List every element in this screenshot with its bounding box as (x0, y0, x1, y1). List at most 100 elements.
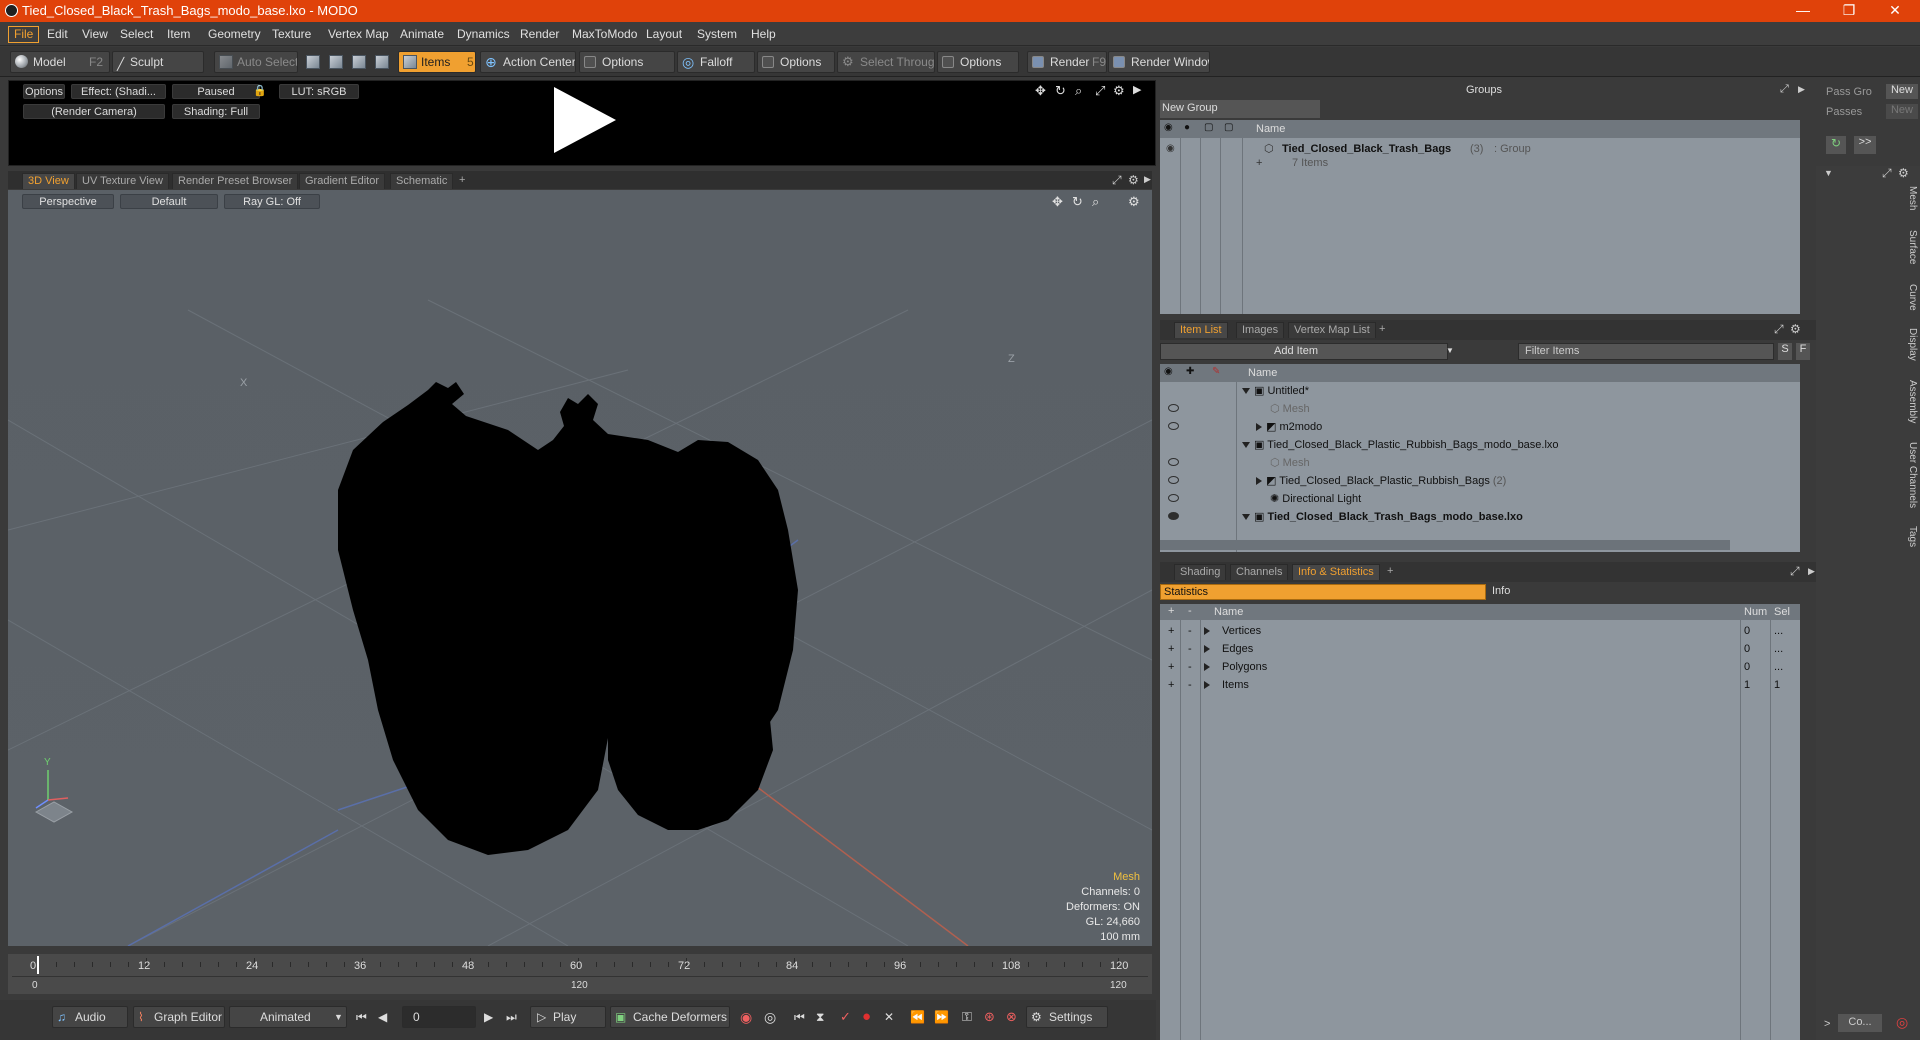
record-channel-icon[interactable]: ⊛ (984, 1009, 995, 1025)
stats-row-edges[interactable]: + - Edges 0 ... (1160, 640, 1800, 658)
render-window-button[interactable]: Render Window (1108, 51, 1210, 73)
auto-key-icon[interactable]: ◎ (764, 1009, 776, 1026)
projection-dropdown[interactable]: Perspective (22, 194, 114, 209)
tab-3d-view[interactable]: 3D View (22, 173, 75, 189)
menu-edit[interactable]: Edit (42, 26, 73, 43)
tab-vertex-map-list[interactable]: Vertex Map List (1288, 322, 1376, 338)
clear-channel-icon[interactable]: ⊗ (1006, 1009, 1017, 1025)
preview-paused-toggle[interactable]: Paused (172, 84, 260, 99)
next-key-frame-icon[interactable]: ⏩ (934, 1010, 949, 1024)
menu-item[interactable]: Item (162, 26, 195, 43)
menu-texture[interactable]: Texture (267, 26, 316, 43)
info-tab[interactable]: Info (1488, 584, 1816, 600)
zoom-view-icon[interactable]: ⌕ (1092, 194, 1099, 210)
lock-icon[interactable]: ▢ (1204, 122, 1213, 133)
expand-plus-icon[interactable]: + (1168, 640, 1174, 658)
model-mode-button[interactable]: Model F2 (10, 51, 110, 73)
lock-icon[interactable]: ✚ (1186, 366, 1194, 377)
more-button[interactable]: >> (1854, 136, 1876, 154)
chevron-right-icon[interactable]: ▶ (1133, 83, 1141, 96)
expand-plus-icon[interactable]: + (1168, 622, 1174, 640)
settings-button[interactable]: ⚙ Settings (1026, 1006, 1108, 1028)
eye-icon[interactable] (1168, 494, 1179, 502)
select-toggle-icon[interactable]: ▢ (1224, 122, 1233, 133)
side-tab-display[interactable]: Display (1900, 328, 1918, 361)
tab-channels[interactable]: Channels (1230, 564, 1289, 580)
zoom-view-icon[interactable]: ⌕ (1075, 83, 1082, 99)
lock-icon[interactable]: 🔒 (253, 84, 267, 97)
tab-render-preset-browser[interactable]: Render Preset Browser (172, 173, 299, 189)
maximize-panel-icon[interactable]: ⤢ (1790, 564, 1800, 579)
side-tab-user-channels[interactable]: User Channels (1900, 442, 1918, 508)
chevron-right-icon[interactable]: > (1824, 1018, 1830, 1030)
falloff-options-button[interactable]: Options (757, 51, 835, 73)
list-item[interactable]: ▣ Tied_Closed_Black_Trash_Bags_modo_base… (1242, 508, 1523, 526)
eye-icon[interactable] (1168, 476, 1179, 484)
render-camera-dropdown[interactable]: (Render Camera) (23, 104, 165, 119)
gear-icon[interactable]: ⚙ (1113, 83, 1125, 99)
new-pass-button[interactable]: New (1886, 104, 1918, 119)
side-tab-tags[interactable]: Tags (1900, 526, 1918, 547)
collapse-minus-icon[interactable]: - (1188, 622, 1192, 640)
gear-icon[interactable]: ⚙ (1128, 194, 1140, 210)
playhead[interactable] (37, 956, 39, 974)
list-item[interactable]: ▣ Untitled* (1242, 382, 1309, 400)
timeline[interactable]: 0 12 24 36 48 60 72 84 96 108 120 0 120 120 (8, 954, 1152, 994)
list-item[interactable]: ◩ m2modo (1256, 418, 1322, 436)
chevron-right-icon[interactable]: ▶ (1144, 174, 1151, 185)
tab-uv-texture-view[interactable]: UV Texture View (76, 173, 169, 189)
gear-icon[interactable]: ⚙ (1790, 322, 1801, 336)
add-tab-button[interactable]: + (1374, 322, 1390, 338)
expand-plus-icon[interactable]: + (1168, 676, 1174, 694)
collapse-minus-icon[interactable]: - (1188, 658, 1192, 676)
audio-button[interactable]: ♫ Audio (52, 1006, 128, 1028)
list-item[interactable]: ✺ Directional Light (1270, 490, 1361, 508)
3d-viewport[interactable]: X Z Y Perspective Default Ray GL: Off ✥ … (8, 190, 1152, 946)
list-item[interactable]: ⬡ Mesh (1270, 400, 1310, 418)
filter-items-input[interactable]: Filter Items (1518, 343, 1774, 360)
maximize-panel-icon[interactable]: ⤢ (1774, 322, 1784, 337)
chevron-right-icon[interactable]: ▶ (1808, 566, 1815, 577)
preview-effect-dropdown[interactable]: Effect: (Shadi... (71, 84, 166, 99)
new-group-button[interactable]: New Group (1160, 100, 1320, 118)
menu-vertex-map[interactable]: Vertex Map (323, 26, 394, 43)
collapse-minus-icon[interactable]: - (1188, 640, 1192, 658)
menu-help[interactable]: Help (746, 26, 781, 43)
render-button[interactable]: Render F9 (1027, 51, 1107, 73)
animated-dropdown[interactable]: Animated ▼ (229, 1006, 347, 1028)
delete-key-icon[interactable]: ✕ (884, 1010, 894, 1024)
sculpt-mode-button[interactable]: ╱ Sculpt (112, 51, 204, 73)
shading-dropdown[interactable]: Shading: Full (172, 104, 260, 119)
skip-to-end-icon[interactable]: ⏭ (506, 1010, 517, 1025)
current-frame-input[interactable]: 0 (402, 1006, 476, 1028)
close-button[interactable]: ✕ (1872, 0, 1918, 22)
menu-layout[interactable]: Layout (641, 26, 687, 43)
list-item[interactable]: ▣ Tied_Closed_Black_Plastic_Rubbish_Bags… (1242, 436, 1559, 454)
vertices-mode-icon[interactable] (306, 55, 320, 69)
eye-icon[interactable] (1168, 458, 1179, 466)
menu-file[interactable]: File (8, 26, 40, 43)
rotate-view-icon[interactable]: ↻ (1072, 194, 1083, 210)
horizontal-scrollbar[interactable] (1160, 540, 1730, 550)
step-back-icon[interactable]: ◀ (378, 1010, 387, 1024)
tab-gradient-editor[interactable]: Gradient Editor (299, 173, 385, 189)
side-tab-curve[interactable]: Curve (1900, 284, 1918, 311)
channels-key-icon[interactable]: ⚿ (962, 1009, 972, 1025)
new-pass-group-button[interactable]: New (1886, 84, 1918, 99)
key-icon[interactable]: ⧗ (816, 1010, 824, 1025)
stats-row-vertices[interactable]: + - Vertices 0 ... (1160, 622, 1800, 640)
gear-icon[interactable]: ⚙ (1128, 173, 1139, 187)
tab-images[interactable]: Images (1236, 322, 1285, 338)
select-through-options-button[interactable]: Options (937, 51, 1019, 73)
eye-icon[interactable] (1168, 422, 1179, 430)
step-forward-icon[interactable]: ▶ (484, 1010, 493, 1024)
skip-to-start-icon[interactable]: ⏮ (356, 1010, 367, 1025)
falloff-button[interactable]: ◎ Falloff (677, 51, 755, 73)
chevron-right-icon[interactable]: ▶ (1798, 84, 1805, 95)
lut-dropdown[interactable]: LUT: sRGB (279, 84, 359, 99)
tab-shading[interactable]: Shading (1174, 564, 1227, 580)
stop-icon[interactable]: ◎ (1896, 1014, 1908, 1031)
expand-plus-icon[interactable]: + (1168, 658, 1174, 676)
maximize-view-icon[interactable]: ⤢ (1095, 83, 1105, 99)
add-tab-button[interactable]: + (1382, 564, 1398, 580)
